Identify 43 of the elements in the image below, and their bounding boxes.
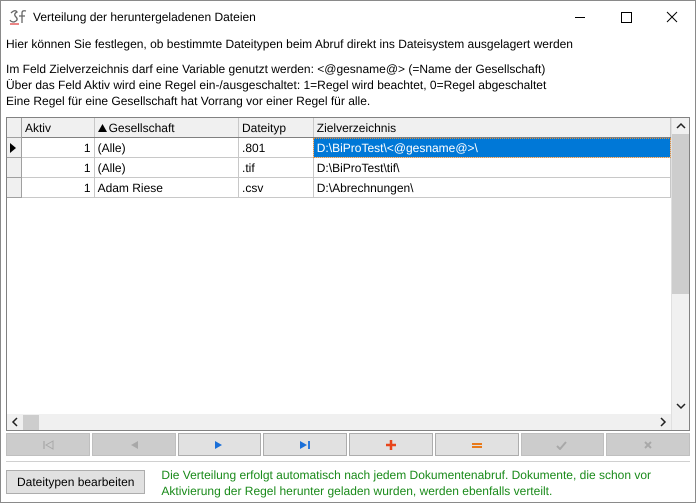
info-text: Die Verteilung erfolgt automatisch nach jedem Dokumentenabruf. Dokumente, die schon vor Aktivierung der Regel herunter geladen wurden, werden ebenfalls verteilt. — [161, 467, 652, 499]
app-icon — [9, 8, 27, 24]
navigator-button[interactable] — [178, 433, 262, 456]
vertical-scrollbar[interactable] — [671, 118, 689, 430]
navigator-button[interactable] — [434, 433, 518, 456]
table-cell: 1 — [21, 158, 94, 178]
column-header[interactable]: Gesellschaft — [94, 118, 238, 138]
scroll-right-icon[interactable] — [659, 417, 667, 427]
table-cell: .csv — [238, 178, 314, 198]
plus-icon — [384, 438, 397, 450]
scroll-left-icon[interactable] — [11, 417, 19, 427]
table-cell: Adam Riese — [94, 178, 238, 198]
sort-ascending-icon — [98, 124, 107, 132]
horizontal-scrollbar[interactable] — [7, 414, 671, 430]
intro-text: Hier können Sie festlegen, ob bestimmte Dateitypen beim Abruf direkt ins Dateisystem ausgelagert werden — [6, 37, 574, 52]
row-indicator[interactable] — [7, 138, 22, 158]
table-cell: 1 — [21, 138, 94, 158]
column-header[interactable]: Zielverzeichnis — [313, 118, 670, 138]
scroll-up-icon[interactable] — [676, 122, 686, 130]
table-cell: (Alle) — [94, 138, 238, 158]
scroll-thumb[interactable] — [672, 134, 689, 294]
edit-file-types-button[interactable]: Dateitypen bearbeiten — [6, 470, 146, 494]
table-cell: .tif — [238, 158, 314, 178]
skip-to-start-icon — [42, 440, 54, 450]
table-cell: D:\BiProTest\tif\ — [313, 158, 670, 178]
check-icon — [556, 440, 568, 450]
column-header[interactable]: Dateityp — [238, 118, 314, 138]
window-title: Verteilung der heruntergeladenen Dateien — [33, 10, 256, 24]
skip-to-end-icon — [299, 440, 312, 450]
scroll-down-icon[interactable] — [676, 402, 686, 410]
scroll-thumb[interactable] — [23, 414, 39, 430]
navigator-button[interactable] — [349, 433, 433, 456]
navigator-button[interactable] — [263, 433, 347, 456]
cross-icon — [643, 440, 654, 450]
table-cell: D:\Abrechnungen\ — [313, 178, 670, 198]
table-cell: D:\BiProTest\<@gesname@>\ — [313, 138, 670, 158]
column-header[interactable]: Aktiv — [21, 118, 94, 138]
note-text: Im Feld Zielverzeichnis darf eine Variable genutzt werden: <@gesname@> (=Name der Gesellschaft) — [6, 61, 546, 77]
table-cell: 1 — [21, 178, 94, 198]
current-row-icon — [10, 142, 16, 152]
note-text: Eine Regel für eine Gesellschaft hat Vorrang vor einer Regel für alle. — [6, 93, 372, 109]
table-cell: (Alle) — [94, 158, 238, 178]
note-text: Über das Feld Aktiv wird eine Regel ein-/ausgeschaltet: 1=Regel wird beachtet, 0=Regel abgeschaltet — [6, 77, 548, 93]
